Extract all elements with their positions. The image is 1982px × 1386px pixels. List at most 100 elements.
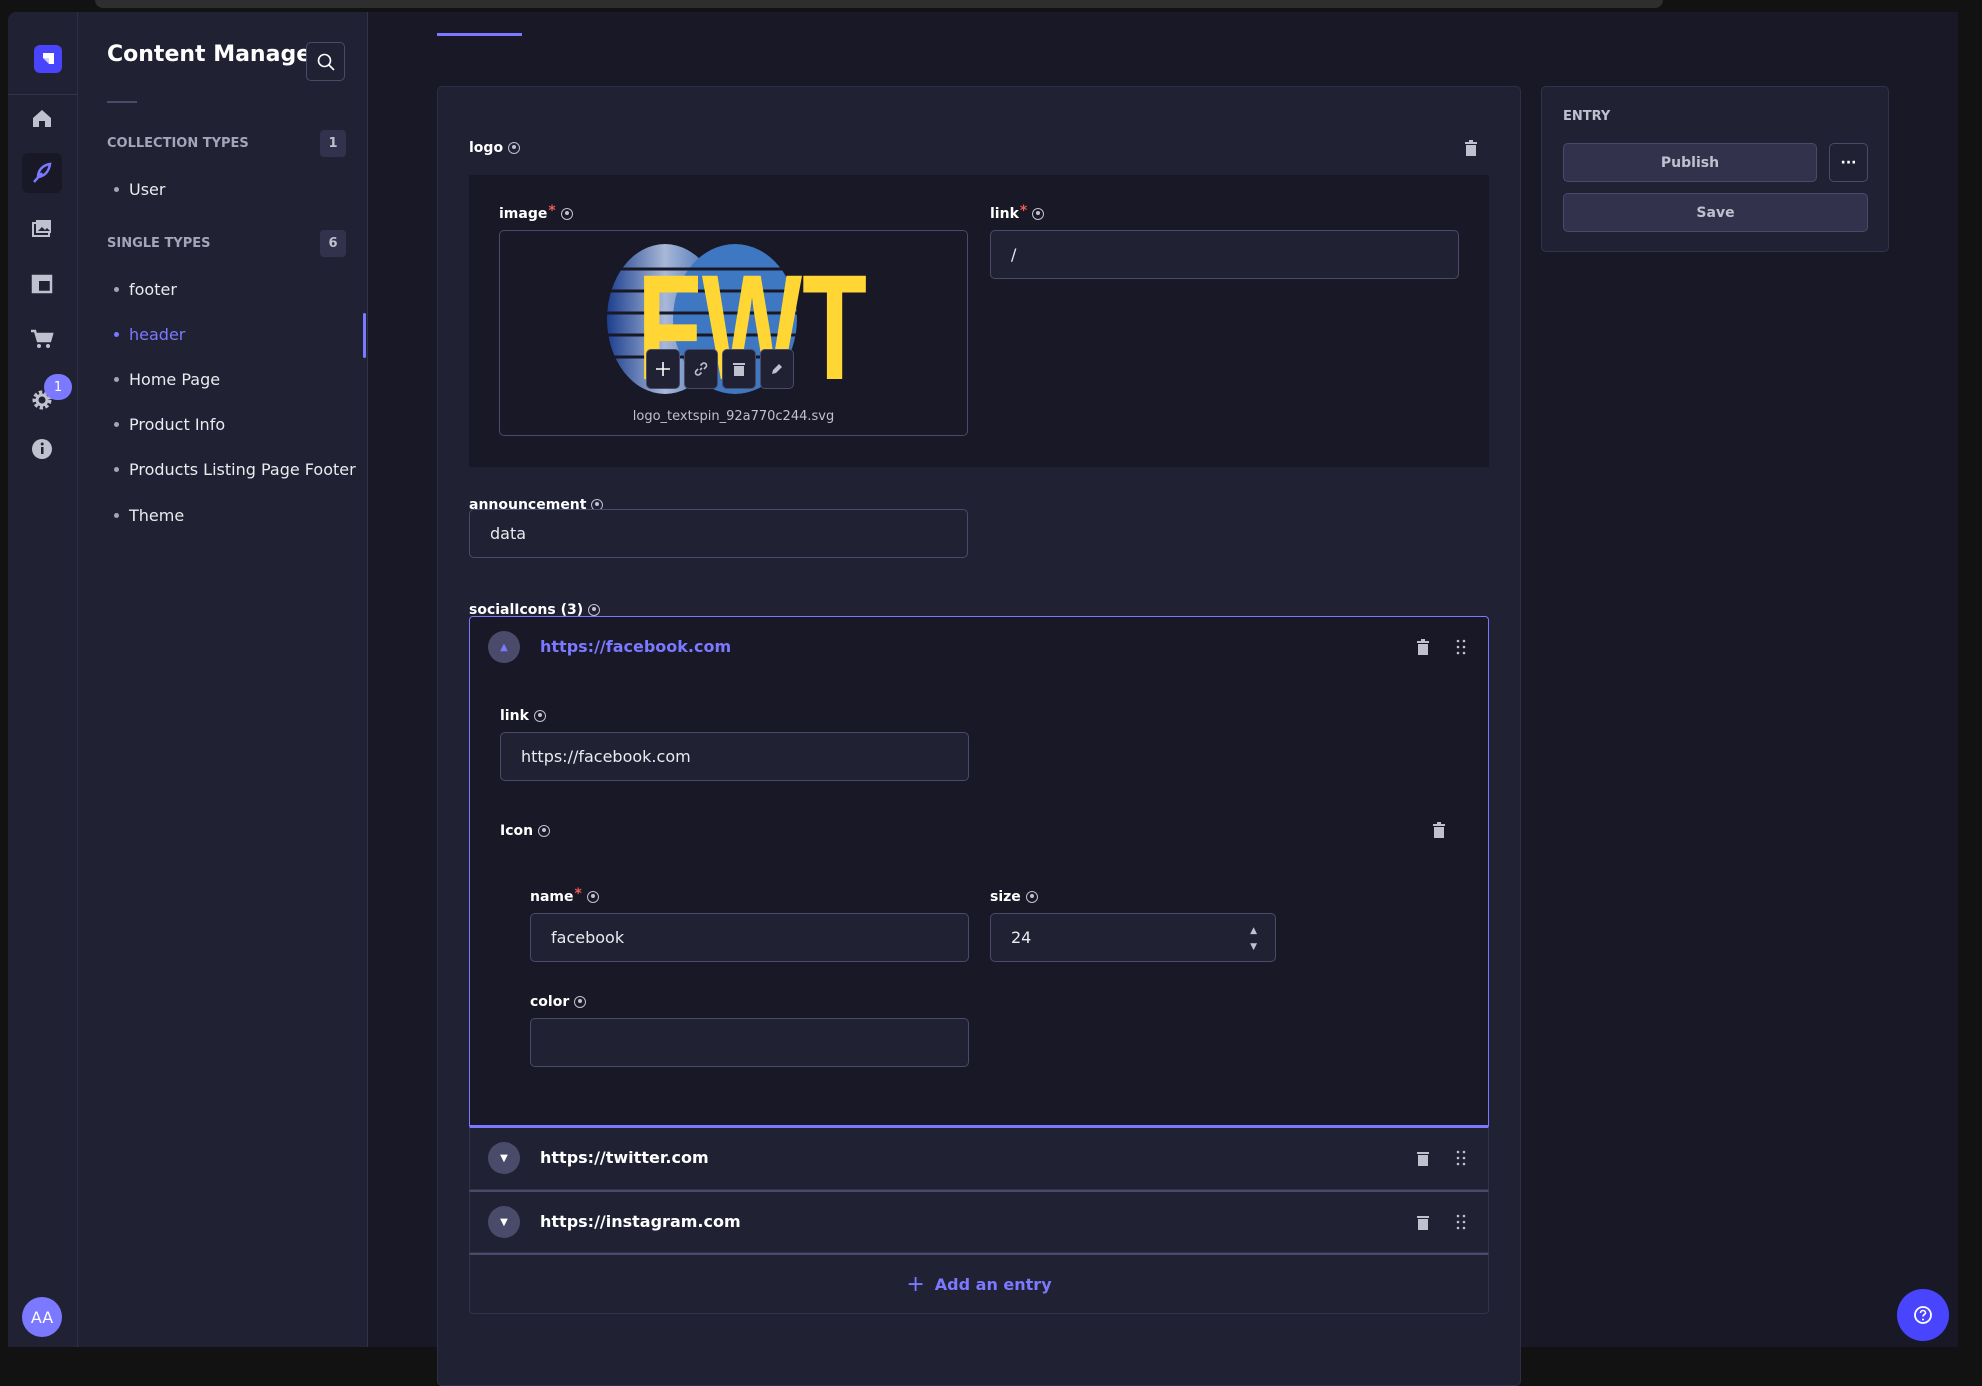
globe-icon — [586, 891, 599, 903]
globe-icon — [1032, 208, 1045, 220]
home-icon[interactable] — [22, 98, 62, 138]
number-stepper[interactable]: ▲ ▼ — [1250, 923, 1257, 955]
collection-count-badge: 1 — [320, 130, 346, 157]
item-label: User — [129, 180, 166, 199]
item-label: Theme — [129, 506, 185, 525]
more-actions-button[interactable]: ··· — [1829, 143, 1868, 182]
sidebar-item-header[interactable]: header — [114, 325, 185, 344]
edit-form-card: logo image * FWT logo_textspin_92a770c24… — [437, 86, 1521, 1386]
link-label: link — [500, 708, 546, 724]
trash-icon — [1417, 1216, 1429, 1230]
divider — [107, 101, 137, 103]
social-entry-facebook: ▲ https://facebook.com link https://face… — [469, 616, 1489, 1126]
image-dropzone[interactable]: FWT logo_textspin_92a770c244.svg — [499, 230, 968, 436]
entry-title[interactable]: https://facebook.com — [540, 637, 731, 656]
social-entry-twitter: ▼ https://twitter.com — [469, 1126, 1489, 1190]
size-value: 24 — [1011, 928, 1032, 947]
drag-handle-icon[interactable] — [1450, 1147, 1472, 1169]
expand-toggle-button[interactable]: ▼ — [488, 1206, 520, 1238]
media-library-icon[interactable] — [22, 209, 62, 249]
edit-image-button[interactable] — [760, 349, 794, 389]
globe-icon — [588, 604, 601, 616]
item-label: Home Page — [129, 370, 221, 389]
icon-size-input[interactable]: 24 ▲ ▼ — [990, 913, 1276, 962]
notification-badge: 1 — [44, 374, 72, 400]
plus-icon: + — [906, 1271, 925, 1297]
globe-icon — [560, 208, 573, 220]
sidebar-item-product-info[interactable]: Product Info — [114, 415, 225, 434]
window-tab-strip — [95, 0, 1663, 8]
sidebar-item-home-page[interactable]: Home Page — [114, 370, 220, 389]
entry-heading: ENTRY — [1563, 109, 1611, 124]
globe-icon — [1025, 891, 1038, 903]
bullet — [114, 187, 119, 192]
search-button[interactable] — [306, 42, 345, 81]
content-manager-sidebar: Content Manager COLLECTION TYPES 1 User … — [78, 12, 368, 1347]
collapse-toggle-button[interactable]: ▲ — [488, 631, 520, 663]
single-count-badge: 6 — [320, 230, 346, 257]
help-icon — [1914, 1306, 1932, 1324]
save-button[interactable]: Save — [1563, 193, 1868, 232]
add-image-button[interactable] — [646, 349, 680, 389]
image-label: image * — [499, 203, 573, 222]
marketplace-cart-icon[interactable] — [22, 319, 62, 359]
color-label: color — [530, 994, 587, 1010]
add-entry-button[interactable]: + Add an entry — [469, 1253, 1489, 1314]
add-entry-label: Add an entry — [934, 1274, 1052, 1294]
delete-logo-button[interactable] — [1460, 137, 1482, 159]
expand-toggle-button[interactable]: ▼ — [488, 1142, 520, 1174]
entry-title[interactable]: https://twitter.com — [540, 1148, 709, 1167]
drag-handle-icon[interactable] — [1450, 636, 1472, 658]
sidebar-item-user[interactable]: User — [114, 180, 165, 199]
sidebar-item-products-listing-page-footer[interactable]: Products Listing Page Footer — [114, 460, 356, 479]
social-link-input[interactable]: https://facebook.com — [500, 732, 969, 781]
globe-icon — [574, 996, 587, 1008]
logo-label: logo — [469, 140, 521, 156]
sidebar-title: Content Manager — [107, 42, 322, 67]
announcement-input[interactable]: data — [469, 509, 968, 558]
globe-icon — [508, 142, 521, 154]
trash-icon — [1465, 140, 1477, 156]
trash-icon — [733, 363, 745, 376]
link-label: link * — [990, 203, 1045, 222]
icon-name-input[interactable]: facebook — [530, 913, 969, 962]
entry-title[interactable]: https://instagram.com — [540, 1212, 741, 1231]
help-button[interactable] — [1897, 1289, 1949, 1341]
active-tab-underline — [437, 33, 522, 36]
single-types-heading: SINGLE TYPES — [107, 236, 211, 251]
search-icon — [317, 53, 335, 71]
strapi-logo-icon[interactable] — [34, 45, 62, 73]
item-label: Products Listing Page Footer — [129, 460, 356, 479]
social-entry-instagram: ▼ https://instagram.com — [469, 1190, 1489, 1253]
active-indicator — [363, 313, 366, 358]
item-label: Product Info — [129, 415, 226, 434]
copy-link-button[interactable] — [684, 349, 718, 389]
collection-types-heading: COLLECTION TYPES — [107, 136, 249, 151]
item-label: footer — [129, 280, 177, 299]
delete-entry-button[interactable] — [1412, 1211, 1434, 1233]
logo-component: image* FWT logo_textspin_92a770c244.svg — [469, 175, 1489, 467]
image-actions — [646, 349, 794, 389]
icon-color-input[interactable] — [530, 1018, 969, 1067]
logo-link-input[interactable]: / — [990, 230, 1459, 279]
layout-builder-icon[interactable] — [22, 264, 62, 304]
delete-entry-button[interactable] — [1412, 636, 1434, 658]
sidebar-item-theme[interactable]: Theme — [114, 506, 184, 525]
globe-icon — [533, 710, 546, 722]
size-label: size — [990, 889, 1038, 905]
trash-icon — [1417, 639, 1429, 655]
globe-icon — [538, 825, 551, 837]
icon-label: Icon — [500, 823, 551, 839]
delete-image-button[interactable] — [722, 349, 756, 389]
info-icon[interactable] — [22, 429, 62, 469]
avatar[interactable]: AA — [22, 1297, 62, 1337]
drag-handle-icon[interactable] — [1450, 1211, 1472, 1233]
feather-icon[interactable] — [22, 153, 62, 193]
sidebar-item-footer[interactable]: footer — [114, 280, 177, 299]
delete-entry-button[interactable] — [1412, 1147, 1434, 1169]
image-filename: logo_textspin_92a770c244.svg — [632, 409, 835, 424]
publish-button[interactable]: Publish — [1563, 143, 1817, 182]
divider — [8, 94, 78, 95]
delete-icon-component-button[interactable] — [1428, 819, 1450, 841]
trash-icon — [1433, 822, 1445, 838]
